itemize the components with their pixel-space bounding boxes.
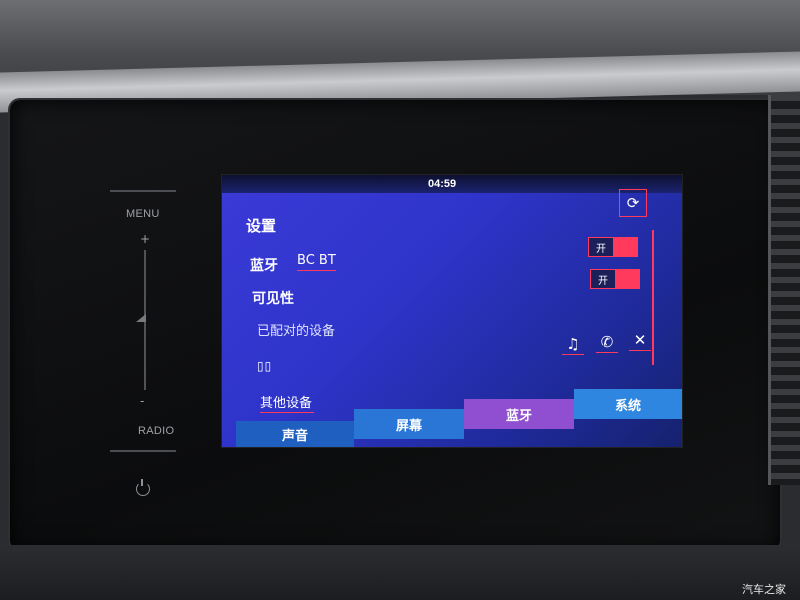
refresh-button[interactable]: ⟳ (619, 189, 647, 217)
console-bottom (0, 545, 800, 600)
volume-down-button[interactable]: - (140, 394, 144, 408)
music-icon[interactable]: ♫ (562, 335, 584, 355)
divider (110, 190, 176, 192)
bluetooth-label: 蓝牙 (250, 258, 278, 274)
refresh-icon: ⟳ (626, 194, 640, 212)
visibility-toggle[interactable]: 开 (590, 269, 640, 289)
volume-up-button[interactable]: + (140, 232, 150, 246)
scrollbar[interactable] (652, 230, 654, 365)
tab-label: 蓝牙 (505, 408, 532, 424)
paired-device-name[interactable]: ▯▯ (257, 359, 272, 373)
clock: 04:59 (428, 178, 457, 190)
paired-devices-label: 已配对的设备 (257, 324, 336, 339)
phone-icon[interactable]: ✆ (596, 333, 618, 353)
power-icon[interactable] (136, 479, 150, 496)
toggle-label: 开 (590, 269, 616, 289)
close-icon[interactable]: ✕ (629, 331, 651, 351)
tab-bluetooth[interactable]: 蓝牙 (464, 399, 574, 429)
radio-button[interactable]: RADIO (138, 425, 174, 437)
bluetooth-device-name[interactable]: BC BT (297, 253, 336, 271)
bluetooth-toggle[interactable]: 开 (588, 237, 638, 257)
divider (110, 450, 176, 452)
air-vent (768, 95, 800, 485)
toggle-knob (614, 237, 638, 257)
toggle-label: 开 (588, 237, 614, 257)
watermark: 汽车之家 (742, 583, 786, 596)
other-devices-label[interactable]: 其他设备 (260, 392, 315, 413)
page-title: 设置 (246, 217, 277, 235)
touchscreen: 04:59 设置 ⟳ 蓝牙 BC BT 开 可见性 开 已配对的设备 ▯▯ ♫ … (222, 175, 682, 447)
tab-screen[interactable]: 屏幕 (354, 409, 464, 439)
tab-label: 系统 (614, 398, 641, 414)
visibility-label: 可见性 (252, 291, 294, 307)
tab-system[interactable]: 系统 (574, 389, 682, 419)
tab-label: 声音 (281, 428, 308, 444)
tab-label: 屏幕 (395, 418, 422, 434)
hardware-controls: MENU + - RADIO (110, 190, 180, 520)
status-bar: 04:59 (222, 175, 682, 193)
tab-sound[interactable]: 声音 (236, 421, 354, 447)
menu-button[interactable]: MENU (126, 208, 160, 220)
toggle-knob (616, 269, 640, 289)
volume-slider-knob[interactable] (136, 314, 146, 322)
